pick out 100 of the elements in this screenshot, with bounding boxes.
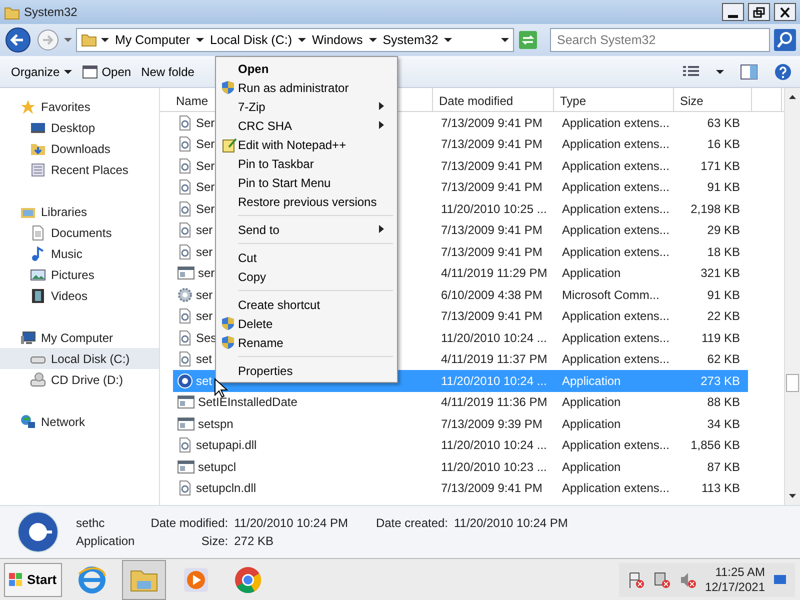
scrollbar[interactable] — [784, 88, 800, 505]
menu-item[interactable]: Properties — [218, 361, 395, 380]
open-button[interactable]: Open — [78, 60, 134, 82]
file-name[interactable]: setupcl — [198, 458, 236, 476]
sidebar-item[interactable]: Recent Places — [0, 159, 159, 180]
table-cell: 7/13/2009 9:41 PM — [441, 481, 542, 496]
minimize-button[interactable] — [722, 3, 744, 21]
windows-logo-icon — [9, 572, 23, 586]
menu-item[interactable]: Pin to Taskbar — [218, 154, 395, 173]
breadcrumb[interactable]: My Computer — [113, 30, 192, 50]
file-name[interactable]: setupcln.dll — [196, 479, 256, 498]
breadcrumb[interactable]: Windows — [310, 30, 365, 50]
menu-item[interactable]: 7-Zip — [218, 97, 395, 116]
close-button[interactable] — [774, 3, 796, 21]
search-button[interactable] — [774, 29, 796, 51]
gear-file-icon — [177, 244, 193, 260]
sidebar-item[interactable]: Videos — [0, 285, 159, 306]
menu-item[interactable]: Delete — [218, 314, 395, 333]
menu-item[interactable]: Edit with Notepad++ — [218, 135, 395, 154]
file-name[interactable]: setupapi.dll — [196, 436, 257, 454]
back-button[interactable] — [4, 26, 32, 54]
file-name[interactable]: set — [196, 350, 212, 368]
table-cell: 7/13/2009 9:41 PM — [441, 180, 542, 194]
file-name[interactable]: ser — [196, 242, 213, 261]
file-name[interactable]: SetIEInstalledDate — [198, 393, 298, 412]
sidebar-item[interactable]: CD Drive (D:) — [0, 369, 159, 390]
taskbar-button[interactable] — [122, 560, 166, 600]
column-header[interactable]: Size — [674, 88, 752, 111]
flag-icon[interactable] — [626, 570, 645, 588]
caret-icon[interactable] — [444, 36, 452, 44]
clock-date: 12/17/2021 — [704, 580, 765, 594]
menu-item[interactable]: Cut — [218, 248, 395, 267]
caret-icon[interactable] — [501, 36, 509, 44]
breadcrumb[interactable]: Local Disk (C:) — [208, 30, 294, 50]
file-name[interactable]: Ser — [196, 200, 215, 218]
menu-item[interactable]: Rename — [218, 333, 395, 352]
gear-icon — [177, 286, 193, 303]
scroll-thumb[interactable] — [786, 374, 799, 392]
caret-icon[interactable] — [716, 68, 724, 76]
file-name[interactable]: Ser — [196, 114, 215, 132]
sidebar-item[interactable]: Pictures — [0, 264, 159, 285]
file-name[interactable]: ser — [196, 221, 213, 240]
organize-button[interactable]: Organize — [8, 60, 75, 82]
forward-button[interactable] — [36, 28, 60, 52]
breadcrumb[interactable]: System32 — [380, 30, 440, 50]
caret-icon[interactable] — [368, 36, 377, 44]
table-cell: Application — [562, 395, 621, 410]
gear-file-icon — [177, 200, 193, 217]
file-name[interactable]: Ser — [196, 135, 215, 154]
table-cell: 29 KB — [707, 223, 740, 238]
menu-item[interactable]: Run as administrator — [218, 78, 395, 97]
new-folder-button[interactable]: New folde — [138, 60, 198, 82]
sidebar-item[interactable]: Music — [0, 243, 159, 264]
menu-item[interactable]: Restore previous versions — [218, 192, 395, 211]
sidebar-item[interactable]: Network — [0, 411, 159, 432]
file-name[interactable]: ser — [196, 286, 213, 304]
caret-icon[interactable] — [298, 36, 306, 44]
gear-file-icon — [177, 222, 193, 238]
menu-item[interactable]: Send to — [218, 220, 395, 239]
view-options-icon[interactable] — [682, 64, 700, 78]
table-cell: 18 KB — [707, 244, 740, 259]
caret-icon[interactable] — [196, 36, 204, 44]
sidebar-item[interactable]: Favorites — [0, 96, 159, 117]
address-bar[interactable]: My Computer Local Disk (C:) Windows System32 — [76, 28, 514, 52]
sidebar-item[interactable]: Desktop — [0, 117, 159, 138]
speaker-icon[interactable] — [678, 570, 697, 588]
file-name[interactable]: Ser — [196, 156, 215, 175]
sidebar-item[interactable]: My Computer — [0, 327, 159, 348]
help-icon[interactable] — [774, 62, 792, 80]
table-cell: Application extens... — [562, 158, 670, 173]
window-file-icon — [177, 416, 195, 432]
column-header[interactable]: Date modified — [433, 88, 554, 111]
file-name[interactable]: ser — [196, 307, 213, 326]
file-name[interactable]: Ser — [196, 178, 215, 196]
table-cell: Application extens... — [562, 244, 670, 259]
file-name[interactable]: setspn — [198, 414, 234, 433]
menu-item[interactable]: CRC SHA — [218, 116, 395, 135]
sidebar-item[interactable]: Documents — [0, 222, 159, 243]
sidebar-item[interactable]: Libraries — [0, 201, 159, 222]
search-field[interactable]: Search System32 — [550, 28, 770, 52]
star-icon — [20, 98, 36, 114]
restore-button[interactable] — [748, 3, 770, 21]
refresh-button[interactable] — [518, 30, 538, 50]
shield-icon — [221, 335, 235, 350]
table-cell: Application extens... — [562, 330, 670, 345]
network-status-icon[interactable] — [652, 570, 671, 588]
caret-icon[interactable] — [101, 36, 109, 44]
show-desktop-icon[interactable] — [773, 572, 787, 586]
menu-item[interactable]: Pin to Start Menu — [218, 173, 395, 192]
sidebar-item[interactable]: Local Disk (C:) — [0, 348, 159, 369]
column-header[interactable]: Type — [554, 88, 674, 111]
table-cell: 7/13/2009 9:41 PM — [441, 158, 542, 173]
menu-item[interactable]: Open — [218, 59, 395, 78]
history-dropdown-icon[interactable] — [64, 36, 72, 44]
sidebar-item[interactable]: Downloads — [0, 138, 159, 159]
preview-pane-icon[interactable] — [740, 64, 758, 80]
file-name[interactable]: ser — [198, 264, 215, 282]
menu-item[interactable]: Create shortcut — [218, 295, 395, 314]
start-button[interactable]: Start — [4, 562, 62, 596]
menu-item[interactable]: Copy — [218, 267, 395, 286]
